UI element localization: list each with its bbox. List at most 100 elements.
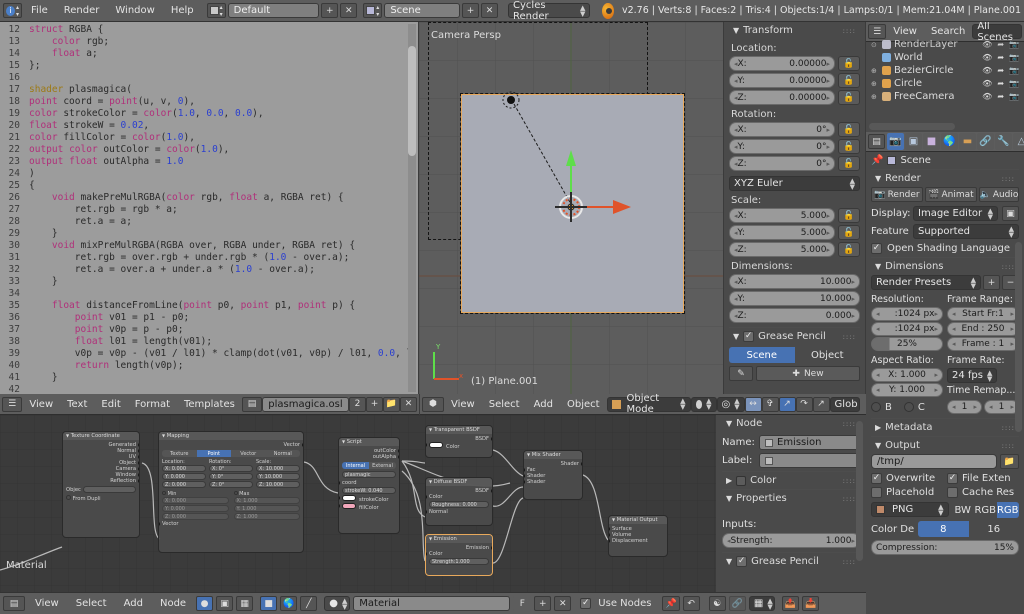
scene-icon[interactable]: ▴ ▾ [363, 3, 383, 18]
node-input-socket[interactable]: Color [426, 494, 489, 500]
node-transparent-bsdf[interactable]: ▼ Transparent BSDF BSDF Color [425, 425, 493, 458]
camera-icon[interactable]: 📷 [1009, 79, 1019, 88]
pivot-point-dropdown[interactable]: ◎ ▲ ▼ [716, 396, 745, 412]
node-output-socket[interactable]: outAlpha [342, 454, 399, 460]
frame-start-field[interactable]: ◂ Start Fr:1 ▸ [947, 307, 1019, 321]
node-sidebar-scrollbar[interactable] [856, 421, 863, 561]
viewport-shading-dropdown[interactable]: ▲ ▼ [690, 396, 717, 412]
render-tab-icon[interactable]: 📷 [887, 133, 904, 150]
go-parent-icon[interactable]: ↶ [682, 596, 700, 611]
renderlayers-tab-icon[interactable]: ▣ [905, 133, 922, 150]
add-preset-icon[interactable]: + [983, 275, 1000, 290]
node-from-dupli-toggle[interactable]: From Dupli [66, 495, 136, 502]
menu-render[interactable]: Render [57, 3, 107, 18]
node-scale-field[interactable]: Y: 10.000 [256, 473, 300, 480]
node-emission[interactable]: ▼ Emission Emission Color Strength:1.000 [425, 534, 493, 576]
node-vector-type-tabs[interactable]: Texture Point Vector Normal [162, 450, 300, 457]
node-mode-external[interactable]: External [369, 462, 396, 469]
add-icon[interactable]: + [321, 3, 339, 18]
crop-checkbox[interactable] [903, 402, 914, 412]
outliner-row[interactable]: World 👁 ➦ 📷 [869, 51, 1021, 64]
node-editor-icon[interactable]: ▤ [3, 596, 25, 611]
eye-icon[interactable]: 👁 [982, 92, 992, 101]
text-menu-view[interactable]: View [22, 397, 60, 412]
pin-icon[interactable]: 📌 [662, 596, 680, 611]
manipulator-extra-icon[interactable]: ↗ [812, 396, 830, 412]
transform-field[interactable]: ◂ Y: 10.000 ▸ [729, 291, 860, 306]
cursor-arrow-icon[interactable]: ➦ [997, 79, 1004, 88]
node-location-field[interactable]: Y: 0.000 [162, 473, 206, 480]
modifiers-tab-icon[interactable]: 🔧 [995, 133, 1012, 150]
unlink-material-icon[interactable]: ✕ [554, 596, 572, 611]
text-editor-area[interactable]: 12 13 14 15 16 17 18 19 20 21 22 23 24 2… [0, 22, 418, 394]
open-file-icon[interactable]: 📁 [383, 396, 400, 412]
transform-field[interactable]: ◂ X: 5.000 ▸ [729, 208, 835, 223]
node-menu-select[interactable]: Select [69, 596, 114, 611]
unlocked-padlock-icon[interactable]: 🔓 [838, 90, 860, 105]
node-input-socket[interactable]: Shader [524, 479, 579, 485]
node-diffuse-bsdf[interactable]: ▼ Diffuse BSDF BSDF Color Roughness: 0.000 N… [425, 477, 493, 526]
node-input-field[interactable]: Roughness: 0.000 [429, 501, 489, 508]
node-name-field[interactable]: Emission [759, 435, 860, 450]
outliner-row[interactable]: ⊕ BezierCircle 👁 ➦ 📷 [869, 64, 1021, 77]
output-panel-header[interactable]: ▼ Output :::: [871, 436, 1019, 454]
color-depth-16[interactable]: 16 [968, 521, 1019, 537]
outliner-menu-view[interactable]: View [886, 24, 924, 39]
node-header[interactable]: ▼ Material Output [609, 516, 667, 524]
node-scale-field[interactable]: X: 10.000 [256, 465, 300, 472]
node-editor-area[interactable]: ▼ Texture Coordinate Generated Normal UV Obj… [0, 415, 716, 592]
transform-field[interactable]: ◂ Z: 0.000 ▸ [729, 308, 860, 323]
unlink-icon[interactable]: ✕ [400, 396, 417, 412]
outliner-tree[interactable]: ⊙ RenderLayer 👁 ➦ 📷 World 👁 ➦ 📷 ⊕ BezierCircle 👁 ➦ 📷 ⊕… [866, 39, 1024, 105]
outliner-display-mode[interactable]: All Scenes [972, 22, 1022, 43]
text-filename-field[interactable]: plasmagica.osl [262, 396, 349, 412]
text-menu-templates[interactable]: Templates [177, 397, 242, 412]
cursor-arrow-icon[interactable]: ➦ [997, 92, 1004, 101]
node-input-socket[interactable]: Displacement [609, 538, 664, 544]
file-format-dropdown[interactable]: PNG ▲ ▼ [871, 502, 949, 517]
node-color-panel-header[interactable]: ▶ Color :::: [722, 471, 860, 489]
chevron-down-icon[interactable]: ▼ [527, 452, 530, 457]
chevron-down-icon[interactable]: ▼ [162, 433, 165, 438]
node-scale-field[interactable]: Z: 10.000 [256, 481, 300, 488]
expander-icon[interactable]: ⊕ [871, 93, 879, 101]
placeholder-checkbox[interactable] [871, 487, 882, 498]
screen-layout-field[interactable]: Default [227, 3, 320, 18]
dimensions-fields[interactable]: ◂ X: 10.000 ▸ ◂ Y: 10.000 ▸ ◂ Z: 0.000 ▸ [729, 274, 860, 323]
node-input-socket[interactable]: Color [426, 551, 489, 557]
node-grease-pencil-header[interactable]: ▼ ✓ Grease Pencil :::: [722, 552, 860, 570]
node-properties-panel-header[interactable]: ▼ Properties :::: [722, 489, 860, 507]
material-datablock-dropdown[interactable]: ● ▲ ▼ [324, 596, 351, 611]
copy-icon[interactable]: 📤 [781, 596, 800, 611]
aspect-y-field[interactable]: ◂ Y: 1.000 ▸ [871, 383, 943, 397]
compositing-icon[interactable]: ▦ [236, 596, 254, 611]
cursor-arrow-icon[interactable]: ➦ [997, 40, 1004, 49]
chevron-down-icon[interactable]: ▼ [429, 427, 432, 432]
info-editor-icon[interactable]: i ▴ ▾ [3, 3, 23, 18]
aspect-x-field[interactable]: ◂ X: 1.000 ▸ [871, 368, 943, 382]
transform-field[interactable]: ◂ Y: 5.000 ▸ [729, 225, 835, 240]
unlocked-padlock-icon[interactable]: 🔓 [838, 156, 860, 171]
object-tab-icon[interactable]: ▬ [959, 133, 976, 150]
color-mode-bw[interactable]: BW [951, 502, 974, 518]
node-input-socket[interactable]: Color [426, 442, 489, 450]
compression-slider[interactable]: Compression: 15% [871, 540, 1019, 555]
output-path-field[interactable]: /tmp/ [871, 454, 997, 469]
render-animation-button[interactable]: 🎬 Animat [925, 187, 977, 202]
gp-tab-scene[interactable]: Scene [729, 347, 795, 363]
use-nodes-checkbox[interactable]: ✓ [580, 598, 592, 609]
time-remap-old-field[interactable]: ◂ 1 ▸ [947, 400, 982, 414]
node-strength-field[interactable]: ◂ Strength: 1.000 ▸ [722, 533, 860, 548]
translate-manipulator-icon[interactable]: ✞ [761, 396, 779, 412]
osl-checkbox[interactable]: ✓ [871, 243, 882, 254]
unlocked-padlock-icon[interactable]: 🔓 [838, 73, 860, 88]
location-fields[interactable]: ◂ X: 0.00000 ▸ 🔓 ◂ Y: 0.00000 ▸ 🔓 ◂ Z: 0.00000 ▸ 🔓 [729, 56, 860, 105]
grease-pencil-checkbox[interactable]: ✓ [736, 556, 748, 567]
dimensions-panel-header[interactable]: ▼ Dimensions :::: [871, 257, 1019, 275]
render-image-button[interactable]: 📷 Render [871, 187, 923, 202]
texture-shader-icon[interactable]: ▣ [216, 596, 234, 611]
render-presets-dropdown[interactable]: Render Presets ▲ ▼ [871, 275, 981, 290]
frame-end-field[interactable]: ◂ End : 250 ▸ [947, 322, 1019, 336]
resolution-y-field[interactable]: ◂:1024 px ▸ [871, 322, 943, 336]
properties-editor[interactable]: ▤ 📷 ▣ ■ 🌎 ▬ 🔗 🔧 △ 📌 Scene ▼ Render :::: 📷 Rende… [866, 132, 1024, 614]
